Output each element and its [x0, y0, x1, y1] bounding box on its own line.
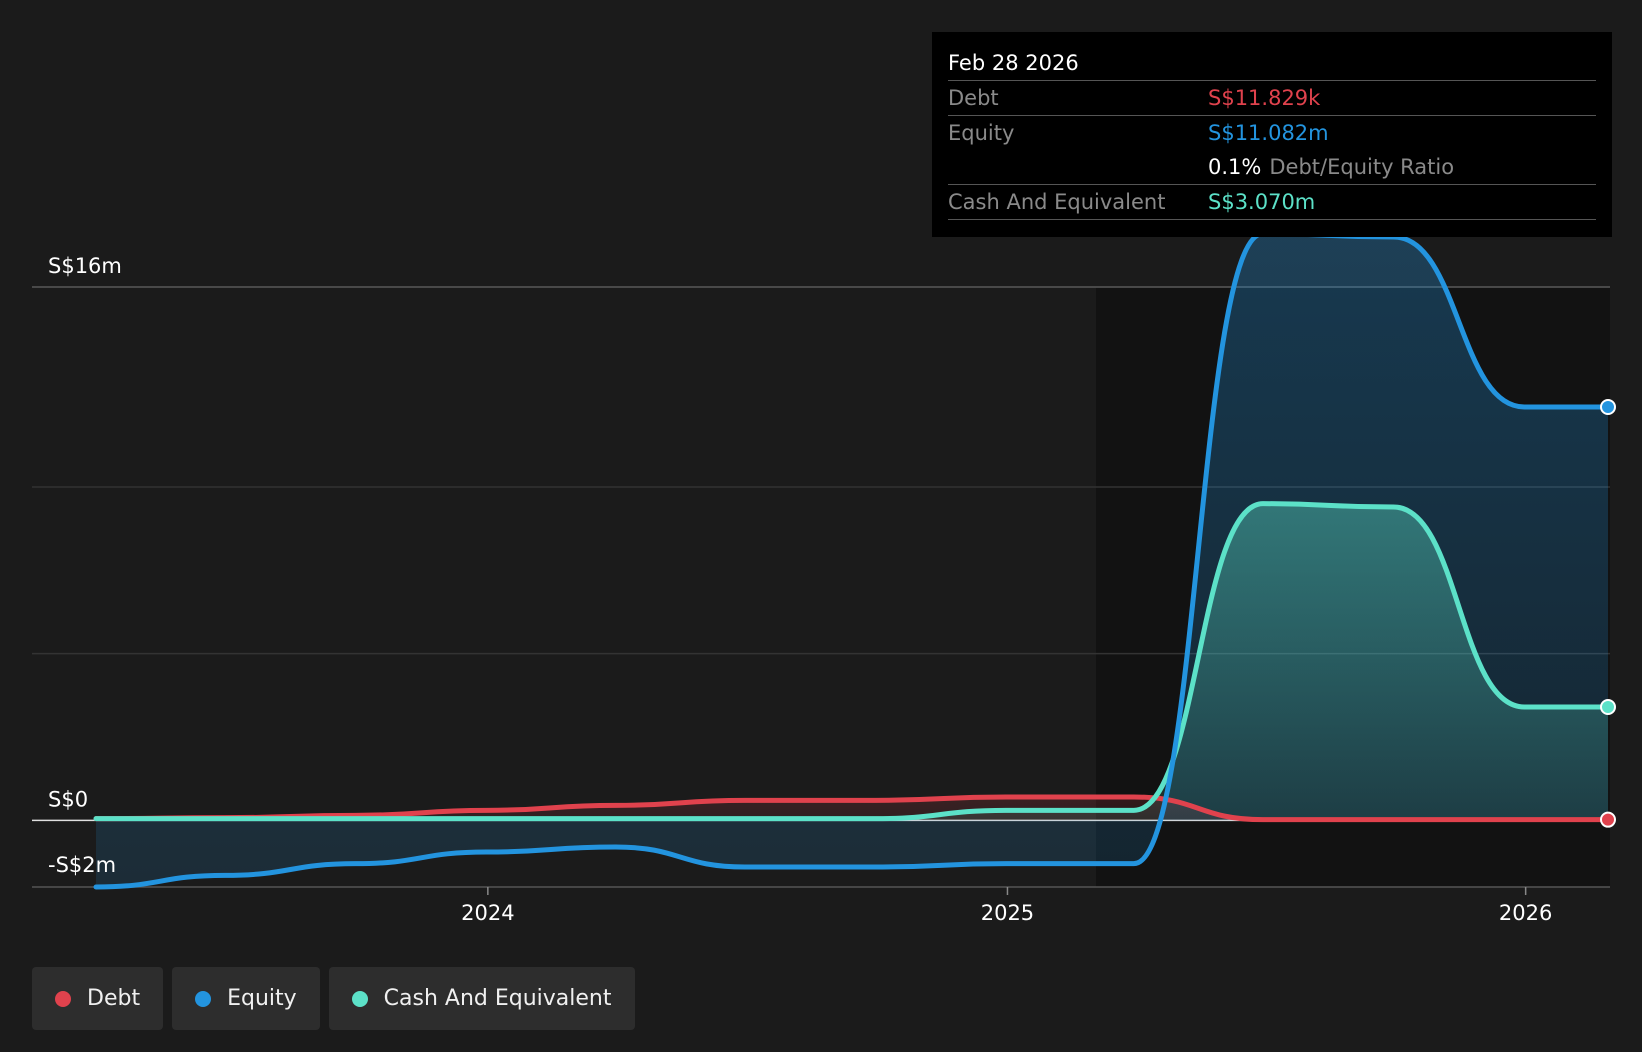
legend-item-equity[interactable]: Equity	[172, 967, 320, 1030]
x-tick-label: 2026	[1499, 901, 1552, 925]
legend-label-debt: Debt	[87, 986, 141, 1011]
tooltip-date: Feb 28 2026	[948, 46, 1596, 81]
y-tick-label: S$16m	[48, 254, 122, 278]
y-tick-label: S$0	[48, 787, 88, 811]
legend: Debt Equity Cash And Equivalent	[32, 967, 635, 1030]
tooltip-value-debt: S$11.829k	[1208, 86, 1321, 110]
tooltip-label-debt: Debt	[948, 86, 999, 110]
y-tick-label: -S$2m	[48, 853, 116, 877]
tooltip-row-equity: Equity S$11.082m	[948, 116, 1596, 150]
tooltip-row-ratio: 0.1% Debt/Equity Ratio	[948, 150, 1596, 185]
endpoint-cash-and-equivalent	[1600, 699, 1616, 715]
endpoint-equity	[1600, 399, 1616, 415]
legend-label-cash: Cash And Equivalent	[383, 986, 612, 1011]
debt-dot-icon	[55, 990, 71, 1007]
tooltip-ratio-label: Debt/Equity Ratio	[1269, 155, 1455, 179]
y-axis-labels: S$16m S$0 -S$2m	[48, 254, 122, 877]
x-tick-label: 2024	[461, 901, 514, 925]
x-axis: 2024 2025 2026	[461, 887, 1552, 925]
x-tick-label: 2025	[981, 901, 1034, 925]
endpoint-debt	[1600, 811, 1616, 828]
legend-item-debt[interactable]: Debt	[32, 967, 164, 1030]
legend-item-cash[interactable]: Cash And Equivalent	[328, 967, 635, 1030]
tooltip-label-spacer	[948, 150, 1208, 184]
legend-label-equity: Equity	[227, 986, 297, 1011]
tooltip-value-equity: S$11.082m	[1208, 121, 1329, 145]
tooltip-label-equity: Equity	[948, 121, 1015, 145]
cash-dot-icon	[351, 990, 368, 1007]
tooltip: Feb 28 2026 Debt S$11.829k Equity S$11.0…	[932, 32, 1612, 237]
tooltip-ratio-value: 0.1%	[1208, 155, 1262, 179]
area-fills	[96, 233, 1608, 887]
tooltip-row-cash: Cash And Equivalent S$3.070m	[948, 185, 1596, 220]
area-cash-and-equivalent	[96, 503, 1608, 821]
tooltip-label-cash: Cash And Equivalent	[948, 190, 1166, 214]
tooltip-row-debt: Debt S$11.829k	[948, 81, 1596, 116]
tooltip-ratio: 0.1% Debt/Equity Ratio	[1208, 150, 1454, 184]
equity-dot-icon	[195, 990, 212, 1007]
tooltip-value-cash: S$3.070m	[1208, 190, 1316, 214]
